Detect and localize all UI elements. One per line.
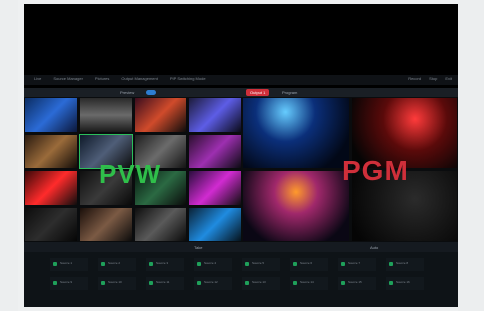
program-bar: Output 1 Program: [242, 88, 458, 97]
program-label: Program: [282, 90, 298, 95]
source-tile[interactable]: Source 12: [194, 277, 232, 290]
preview-bar: Preview: [24, 88, 242, 97]
source-tile[interactable]: Source 10: [98, 277, 136, 290]
pgm-overlay: PGM: [342, 155, 409, 186]
preview-tile[interactable]: [188, 133, 242, 169]
preview-tile[interactable]: [133, 206, 188, 242]
source-tile[interactable]: Source 3: [146, 258, 184, 271]
preview-tile[interactable]: [188, 206, 242, 242]
menu-item-pip-switching[interactable]: PIP Switching Mode: [170, 76, 206, 81]
auto-label[interactable]: Auto: [370, 245, 378, 250]
source-tile[interactable]: Source 8: [386, 258, 424, 271]
page-frame: Live Source Manager Pictures Output Mana…: [0, 0, 484, 311]
source-tile[interactable]: Source 1: [50, 258, 88, 271]
stop-action[interactable]: Stop: [429, 76, 437, 81]
left-strip: [0, 0, 18, 311]
preview-tile[interactable]: [24, 133, 78, 169]
source-tile[interactable]: Source 7: [338, 258, 376, 271]
preview-label: Preview: [120, 90, 135, 95]
source-tile[interactable]: Source 11: [146, 277, 184, 290]
preview-toggle[interactable]: [146, 90, 156, 95]
top-menu-bar: Live Source Manager Pictures Output Mana…: [24, 75, 458, 85]
source-tile[interactable]: Source 2: [98, 258, 136, 271]
preview-tile[interactable]: [188, 97, 242, 133]
right-strip: [458, 0, 484, 311]
source-tile[interactable]: Source 16: [386, 277, 424, 290]
source-panel: Source 1 Source 2 Source 3 Source 4 Sour…: [24, 252, 458, 307]
switcher-window: Live Source Manager Pictures Output Mana…: [24, 4, 458, 307]
preview-tile[interactable]: [133, 97, 188, 133]
menu-item-source-manager[interactable]: Source Manager: [53, 76, 83, 81]
program-tile[interactable]: [242, 170, 350, 242]
preview-tile[interactable]: [78, 97, 133, 133]
preview-tile[interactable]: [24, 206, 78, 242]
source-tile[interactable]: Source 15: [338, 277, 376, 290]
source-tile[interactable]: Source 9: [50, 277, 88, 290]
control-strip: Take Auto: [24, 242, 458, 252]
output-chip[interactable]: Output 1: [246, 89, 270, 96]
top-right-actions: Record Stop Exit: [408, 76, 452, 81]
preview-tile[interactable]: [188, 170, 242, 206]
source-tile[interactable]: Source 13: [242, 277, 280, 290]
program-tile[interactable]: [242, 97, 350, 169]
preview-tile[interactable]: [24, 97, 78, 133]
exit-action[interactable]: Exit: [445, 76, 452, 81]
preview-tile[interactable]: [24, 170, 78, 206]
source-tile[interactable]: Source 14: [290, 277, 328, 290]
top-menu: Live Source Manager Pictures Output Mana…: [34, 76, 206, 81]
menu-item-output-management[interactable]: Output Management: [121, 76, 157, 81]
source-tile[interactable]: Source 5: [242, 258, 280, 271]
source-tile[interactable]: Source 4: [194, 258, 232, 271]
preview-tile[interactable]: [78, 206, 133, 242]
record-action[interactable]: Record: [408, 76, 421, 81]
menu-item-live[interactable]: Live: [34, 76, 41, 81]
menu-item-pictures[interactable]: Pictures: [95, 76, 109, 81]
source-tile[interactable]: Source 6: [290, 258, 328, 271]
take-label[interactable]: Take: [194, 245, 202, 250]
pvw-overlay: PVW: [99, 159, 162, 189]
